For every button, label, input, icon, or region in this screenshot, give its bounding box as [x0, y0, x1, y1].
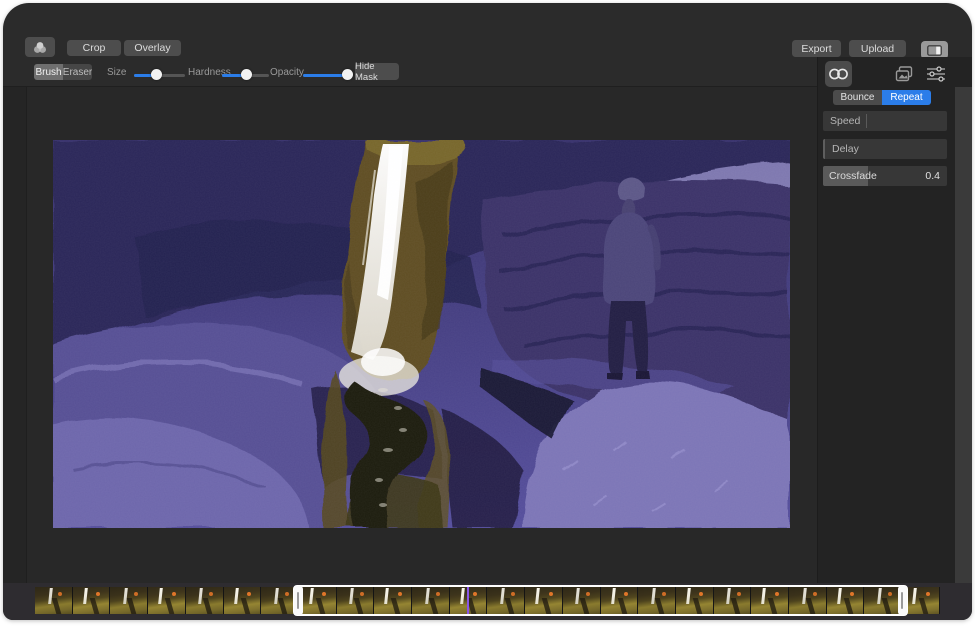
repeat-option-label: Repeat: [890, 92, 922, 103]
frame-marker-dot: [209, 592, 213, 596]
crossfade-field-value: 0.4: [868, 170, 947, 182]
frames-icon: [894, 65, 914, 83]
tab-adjustments[interactable]: [922, 61, 949, 87]
timeline-frame[interactable]: [110, 587, 148, 614]
size-slider[interactable]: [134, 69, 185, 81]
frame-marker-dot: [172, 592, 176, 596]
timeline-frame[interactable]: [186, 587, 224, 614]
upload-button[interactable]: Upload: [849, 40, 906, 57]
frame-marker-dot: [134, 592, 138, 596]
overlay-button-label: Overlay: [134, 42, 170, 54]
timeline-frame[interactable]: [148, 587, 186, 614]
crop-button-label: Crop: [83, 42, 106, 54]
sidebar-scroll-strip[interactable]: [955, 87, 972, 583]
frame-marker-dot: [58, 592, 62, 596]
app-window: Crop Overlay Export Upload Brush Eraser: [3, 3, 972, 620]
mask-color-button[interactable]: [25, 37, 55, 57]
overlay-button[interactable]: Overlay: [124, 40, 181, 56]
canvas-area: [3, 87, 817, 583]
hardness-slider[interactable]: [222, 69, 269, 81]
crop-button[interactable]: Crop: [67, 40, 121, 56]
size-slider-knob[interactable]: [151, 69, 162, 80]
hide-mask-label: Hide Mask: [355, 61, 399, 83]
speed-field[interactable]: Speed: [823, 111, 947, 131]
brush-tool-label: Brush: [35, 67, 61, 78]
screenshot-stage: Crop Overlay Export Upload Brush Eraser: [0, 0, 975, 634]
sidebar-toggle-icon: [927, 45, 942, 56]
export-button[interactable]: Export: [792, 40, 841, 57]
canvas-left-gutter: [3, 87, 27, 583]
selection-start-handle[interactable]: [294, 586, 303, 615]
size-slider-label: Size: [107, 67, 126, 78]
frame-marker-dot: [247, 592, 251, 596]
upload-button-label: Upload: [861, 43, 894, 55]
masked-photo: [53, 140, 790, 528]
adjustments-icon: [926, 66, 946, 82]
selection-end-handle[interactable]: [898, 586, 907, 615]
tab-frames[interactable]: [890, 61, 917, 87]
loop-mode-toggle: Bounce Repeat: [833, 90, 931, 105]
export-button-label: Export: [801, 43, 831, 55]
repeat-option[interactable]: Repeat: [882, 90, 931, 105]
hide-mask-button[interactable]: Hide Mask: [355, 63, 399, 80]
handle-grip: [297, 592, 299, 609]
canvas-image[interactable]: [53, 140, 790, 528]
timeline-frame[interactable]: [73, 587, 111, 614]
blend-circles-icon: [32, 41, 48, 54]
frame-marker-dot: [96, 592, 100, 596]
tool-segmented-control: Brush Eraser: [34, 64, 92, 80]
opacity-slider-fill: [303, 74, 347, 77]
tab-loop[interactable]: [825, 61, 852, 87]
brush-tool-button[interactable]: Brush: [34, 64, 63, 80]
sidebar-panel: Bounce Repeat Speed Delay Crossfade 0.4: [818, 57, 972, 583]
delay-field-label: Delay: [825, 143, 859, 155]
opacity-slider-label: Opacity: [270, 67, 304, 78]
timeline-frame[interactable]: [35, 587, 73, 614]
opacity-slider[interactable]: [303, 69, 353, 81]
hardness-slider-knob[interactable]: [241, 69, 252, 80]
speed-field-divider: [866, 114, 867, 128]
delay-field[interactable]: Delay: [823, 139, 947, 159]
handle-grip: [901, 592, 903, 609]
opacity-slider-knob[interactable]: [342, 69, 353, 80]
crossfade-field[interactable]: Crossfade 0.4: [823, 166, 947, 186]
loop-selection[interactable]: [293, 585, 908, 616]
timeline-frame[interactable]: [224, 587, 262, 614]
speed-field-label: Speed: [823, 115, 860, 127]
bounce-option[interactable]: Bounce: [833, 90, 882, 105]
frame-marker-dot: [285, 592, 289, 596]
loop-icon: [828, 67, 849, 81]
eraser-tool-label: Eraser: [63, 67, 92, 78]
frame-marker-dot: [926, 592, 930, 596]
eraser-tool-button[interactable]: Eraser: [63, 64, 92, 80]
timeline-bar: [3, 583, 972, 620]
crossfade-field-label: Crossfade: [823, 166, 868, 186]
bounce-option-label: Bounce: [841, 92, 875, 103]
